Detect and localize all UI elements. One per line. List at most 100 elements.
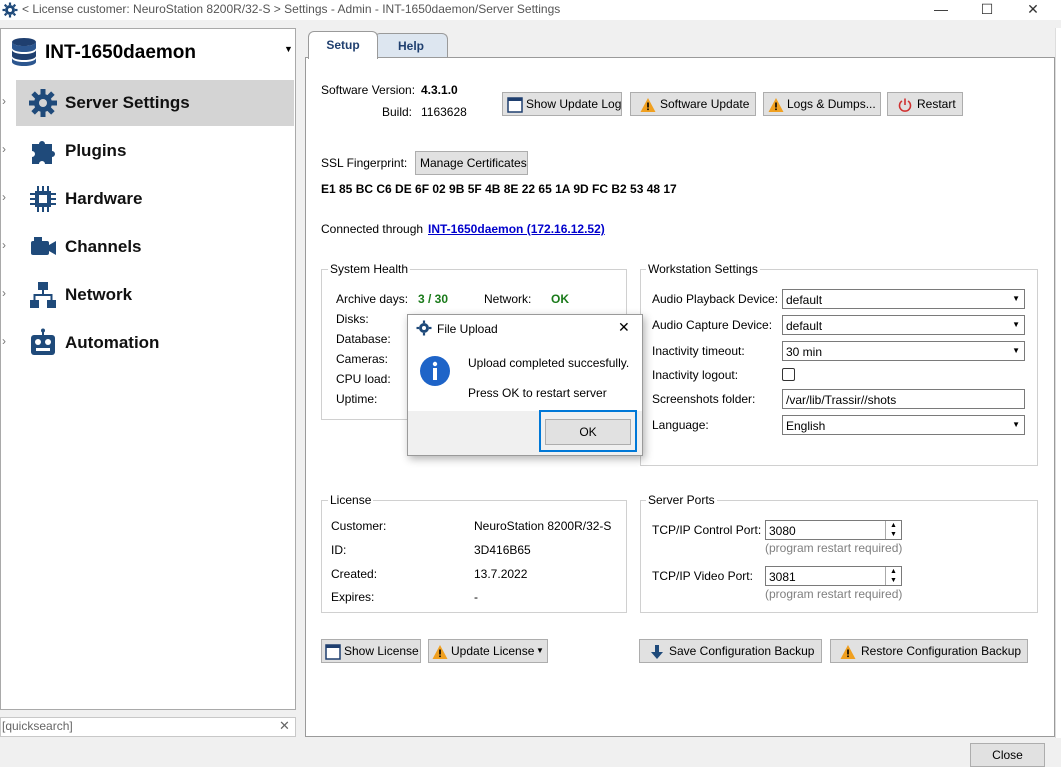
restart-button[interactable]: Restart: [887, 92, 963, 116]
dropdown-arrow-icon: ▼: [1012, 294, 1020, 303]
chevron-right-icon[interactable]: ›: [2, 238, 6, 252]
software-update-button[interactable]: Software Update: [630, 92, 756, 116]
language-label: Language:: [652, 418, 709, 432]
camera-icon: [31, 237, 56, 255]
gear-icon: [29, 89, 57, 117]
dropdown-arrow-icon: ▼: [1012, 346, 1020, 355]
created-label: Created:: [331, 567, 378, 581]
dropdown-arrow-icon[interactable]: ▼: [284, 44, 293, 54]
close-button[interactable]: Close: [970, 743, 1045, 767]
dialog-close-icon[interactable]: ✕: [618, 319, 630, 336]
up-arrow-icon[interactable]: ▲: [886, 567, 901, 576]
control-port-stepper[interactable]: ▲ ▼: [885, 521, 901, 539]
minimize-button[interactable]: —: [918, 0, 964, 20]
cameras-label: Cameras:: [336, 352, 389, 366]
inactivity-logout-label: Inactivity logout:: [652, 368, 739, 382]
manage-certificates-button[interactable]: Manage Certificates: [415, 151, 528, 175]
show-license-button[interactable]: Show License: [321, 639, 421, 663]
sidebar-item-hardware[interactable]: › Hardware: [0, 176, 294, 222]
network-label: Network:: [484, 292, 532, 306]
database-label: Database:: [336, 332, 391, 346]
audio-playback-select[interactable]: default ▼: [782, 289, 1025, 309]
audio-capture-select[interactable]: default ▼: [782, 315, 1025, 335]
language-select[interactable]: English ▼: [782, 415, 1025, 435]
customer-label: Customer:: [331, 519, 387, 533]
warning-icon: [640, 98, 656, 112]
window-edge: [1055, 28, 1061, 738]
inactivity-timeout-label: Inactivity timeout:: [652, 344, 745, 358]
archive-days-label: Archive days:: [336, 292, 409, 306]
clear-search-icon[interactable]: ✕: [279, 718, 290, 734]
sidebar-item-label: Server Settings: [65, 93, 190, 112]
chevron-right-icon[interactable]: ›: [2, 142, 6, 156]
license-title: License: [328, 493, 374, 507]
window-close-button[interactable]: ✕: [1010, 0, 1056, 20]
sidebar-item-label: Network: [65, 285, 133, 304]
sidebar-item-network[interactable]: › Network: [0, 272, 294, 318]
dialog-sub-message: Press OK to restart server: [468, 386, 607, 400]
chevron-right-icon[interactable]: ›: [2, 286, 6, 300]
window-title: < License customer: NeuroStation 8200R/3…: [22, 2, 561, 16]
inactivity-logout-checkbox[interactable]: [782, 368, 795, 381]
expires-label: Expires:: [331, 590, 375, 604]
chevron-right-icon[interactable]: ›: [2, 190, 6, 204]
customer-value: NeuroStation 8200R/32-S: [474, 519, 612, 533]
workstation-settings-title: Workstation Settings: [646, 262, 760, 276]
inactivity-timeout-select[interactable]: 30 min ▼: [782, 341, 1025, 361]
video-port-label: TCP/IP Video Port:: [652, 569, 753, 583]
sidebar-item-label: Channels: [65, 237, 142, 256]
expires-value: -: [474, 590, 478, 604]
connection-link[interactable]: INT-1650daemon (172.16.12.52): [428, 222, 605, 236]
down-arrow-icon[interactable]: ▼: [886, 530, 901, 539]
chevron-right-icon[interactable]: ›: [2, 94, 6, 108]
video-port-stepper[interactable]: ▲ ▼: [885, 567, 901, 585]
warning-icon: [840, 645, 856, 659]
tab-help[interactable]: Help: [374, 33, 448, 58]
network-status: OK: [551, 292, 569, 306]
dialog-message: Upload completed succesfully.: [468, 356, 630, 370]
sidebar-item-label: Plugins: [65, 141, 127, 160]
maximize-button[interactable]: ☐: [964, 0, 1010, 20]
server-ports-title: Server Ports: [646, 493, 717, 507]
tab-setup[interactable]: Setup: [308, 31, 378, 59]
dropdown-arrow-icon: ▼: [1012, 320, 1020, 329]
build-value: 1163628: [421, 105, 467, 119]
uptime-label: Uptime:: [336, 392, 378, 406]
build-label: Build:: [382, 105, 413, 119]
window-icon: [325, 644, 341, 660]
quicksearch-placeholder: [quicksearch]: [2, 719, 73, 733]
chip-icon: [30, 186, 56, 212]
restore-config-backup-button[interactable]: Restore Configuration Backup: [830, 639, 1028, 663]
logs-dumps-button[interactable]: Logs & Dumps...: [763, 92, 881, 116]
archive-days-value: 3 / 30: [418, 292, 449, 306]
screenshots-folder-label: Screenshots folder:: [652, 392, 756, 406]
sidebar-item-automation[interactable]: › Automation: [0, 320, 294, 366]
system-health-title: System Health: [328, 262, 411, 276]
update-license-button[interactable]: Update License ▼: [428, 639, 548, 663]
screenshots-folder-input[interactable]: /var/lib/Trassir//shots: [782, 389, 1025, 409]
control-port-label: TCP/IP Control Port:: [652, 523, 762, 537]
sidebar-item-plugins[interactable]: › Plugins: [0, 128, 294, 174]
app-gear-icon: [2, 2, 18, 18]
control-port-input[interactable]: 3080 ▲ ▼: [765, 520, 902, 540]
ok-button[interactable]: OK: [545, 419, 631, 445]
server-name: INT-1650daemon: [45, 42, 196, 63]
sidebar-item-label: Automation: [65, 333, 160, 352]
save-config-backup-button[interactable]: Save Configuration Backup: [639, 639, 822, 663]
dropdown-arrow-icon: ▼: [536, 646, 544, 655]
down-arrow-icon[interactable]: ▼: [886, 576, 901, 585]
up-arrow-icon[interactable]: ▲: [886, 521, 901, 530]
control-port-hint: (program restart required): [765, 541, 903, 555]
sidebar-item-channels[interactable]: › Channels: [0, 224, 294, 270]
video-port-hint: (program restart required): [765, 587, 903, 601]
chevron-right-icon[interactable]: ›: [2, 334, 6, 348]
software-version-label: Software Version:: [321, 83, 416, 97]
sidebar-item-server-settings[interactable]: › Server Settings: [0, 80, 294, 126]
software-version-value: 4.3.1.0: [421, 83, 458, 97]
audio-capture-label: Audio Capture Device:: [652, 318, 773, 332]
sidebar-item-label: Hardware: [65, 189, 143, 208]
video-port-input[interactable]: 3081 ▲ ▼: [765, 566, 902, 586]
connected-label: Connected through: [321, 222, 424, 236]
show-update-log-button[interactable]: Show Update Log: [502, 92, 622, 116]
id-label: ID:: [331, 543, 347, 557]
